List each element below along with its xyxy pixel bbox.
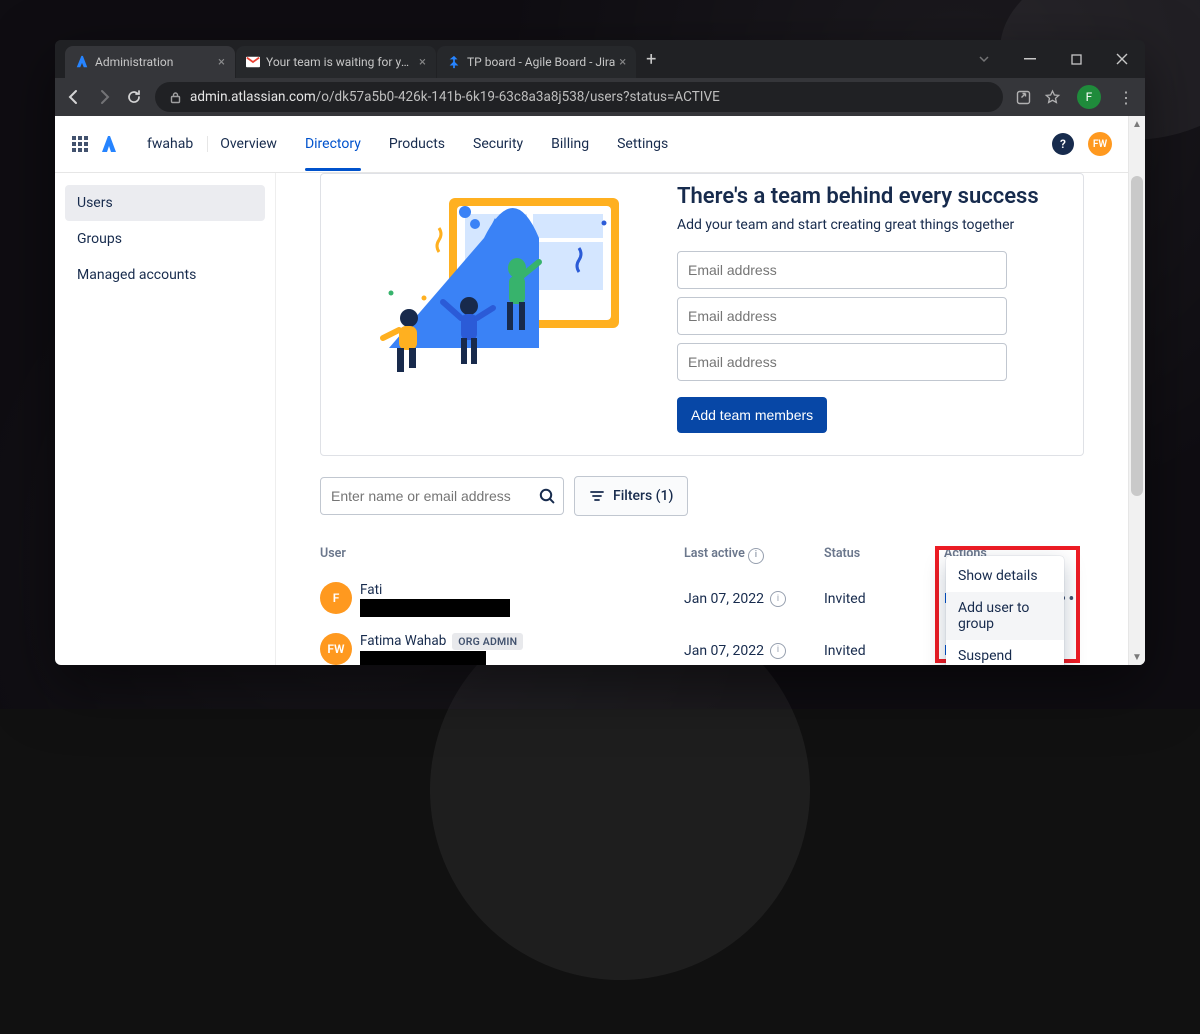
- sidebar: UsersGroupsManaged accounts: [55, 173, 276, 665]
- scroll-down-icon[interactable]: ▼: [1129, 649, 1145, 665]
- bookmark-icon[interactable]: [1044, 89, 1061, 106]
- browser-toolbar: admin.atlassian.com/o/dk57a5b0-426k-141b…: [55, 78, 1145, 116]
- app-switcher-icon[interactable]: [71, 135, 89, 153]
- email-input-2[interactable]: [677, 297, 1007, 335]
- menu-item-show-details[interactable]: Show details: [946, 560, 1064, 592]
- minimize-button[interactable]: [1007, 40, 1053, 78]
- url-bar[interactable]: admin.atlassian.com/o/dk57a5b0-426k-141b…: [155, 82, 1003, 112]
- info-icon[interactable]: i: [770, 591, 786, 607]
- reload-button[interactable]: [125, 88, 143, 106]
- role-badge: ORG ADMIN: [452, 633, 523, 650]
- illustration: [349, 178, 649, 398]
- browser-tab-strip: Administration × Your team is waiting fo…: [55, 40, 961, 78]
- avatar: F: [320, 582, 352, 614]
- lock-icon: [169, 91, 182, 104]
- user-name[interactable]: Fati: [360, 582, 510, 598]
- email-input-3[interactable]: [677, 343, 1007, 381]
- nav-tab-security[interactable]: Security: [473, 118, 523, 170]
- redacted-email: [360, 599, 510, 617]
- column-status: Status: [824, 546, 944, 564]
- main-content: There's a team behind every success Add …: [276, 173, 1128, 665]
- url-text: admin.atlassian.com/o/dk57a5b0-426k-141b…: [190, 89, 720, 105]
- last-active: Jan 07, 2022 i: [684, 643, 824, 659]
- filters-label: Filters (1): [613, 488, 673, 504]
- menu-item-add-user-to-group[interactable]: Add user to group: [946, 592, 1064, 640]
- status: Invited: [824, 591, 944, 607]
- nav-tab-settings[interactable]: Settings: [617, 118, 668, 170]
- add-team-banner: There's a team behind every success Add …: [320, 173, 1084, 456]
- search-input[interactable]: [320, 477, 564, 515]
- add-team-members-button[interactable]: Add team members: [677, 397, 827, 433]
- sidebar-item-groups[interactable]: Groups: [65, 221, 265, 257]
- chevron-down-icon[interactable]: [961, 40, 1007, 78]
- status: Invited: [824, 643, 944, 659]
- column-last-active: Last active i: [684, 546, 824, 564]
- tab-label: Administration: [95, 55, 214, 69]
- filter-icon: [589, 488, 605, 504]
- scrollbar-thumb[interactable]: [1131, 176, 1143, 496]
- gmail-icon: [246, 55, 260, 69]
- share-icon[interactable]: [1015, 89, 1032, 106]
- browser-tab-0[interactable]: Administration ×: [65, 46, 235, 78]
- filters-button[interactable]: Filters (1): [574, 476, 688, 516]
- atlassian-icon: [75, 55, 89, 69]
- user-search: [320, 477, 564, 515]
- nav-tab-overview[interactable]: Overview: [220, 118, 277, 170]
- atlassian-logo-icon[interactable]: [99, 134, 119, 154]
- avatar: FW: [320, 633, 352, 665]
- avatar[interactable]: FW: [1088, 132, 1112, 156]
- jira-icon: [447, 55, 461, 69]
- close-icon[interactable]: ×: [419, 55, 426, 70]
- search-icon[interactable]: [538, 487, 556, 505]
- browser-titlebar: Administration × Your team is waiting fo…: [55, 40, 1145, 78]
- scrollbar[interactable]: ▲ ▼: [1128, 116, 1145, 665]
- banner-subtitle: Add your team and start creating great t…: [677, 217, 1055, 233]
- close-window-button[interactable]: [1099, 40, 1145, 78]
- sidebar-item-managed-accounts[interactable]: Managed accounts: [65, 257, 265, 293]
- tab-label: TP board - Agile Board - Jira: [467, 55, 615, 69]
- org-name[interactable]: fwahab: [133, 136, 208, 152]
- profile-chip[interactable]: F: [1077, 85, 1101, 109]
- nav-tab-billing[interactable]: Billing: [551, 118, 589, 170]
- user-name[interactable]: Fatima WahabORG ADMIN: [360, 633, 523, 650]
- banner-title: There's a team behind every success: [677, 184, 1055, 209]
- maximize-button[interactable]: [1053, 40, 1099, 78]
- info-icon[interactable]: i: [770, 643, 786, 659]
- email-input-1[interactable]: [677, 251, 1007, 289]
- tab-label: Your team is waiting for you to jo: [266, 55, 415, 69]
- back-button[interactable]: [65, 88, 83, 106]
- info-icon[interactable]: i: [748, 548, 764, 564]
- nav-tab-products[interactable]: Products: [389, 118, 445, 170]
- window-controls: [961, 40, 1145, 78]
- scroll-up-icon[interactable]: ▲: [1129, 116, 1145, 132]
- forward-button[interactable]: [95, 88, 113, 106]
- redacted-email: [360, 651, 486, 666]
- user-actions-menu: Show detailsAdd user to groupSuspend acc…: [946, 556, 1064, 665]
- nav-tab-directory[interactable]: Directory: [305, 118, 361, 170]
- help-icon[interactable]: ?: [1052, 133, 1074, 155]
- close-icon[interactable]: ×: [619, 55, 626, 70]
- browser-tab-1[interactable]: Your team is waiting for you to jo ×: [236, 46, 436, 78]
- app-header: fwahab Overview Directory Products Security…: [55, 116, 1128, 173]
- browser-menu-button[interactable]: ⋮: [1117, 88, 1135, 107]
- primary-nav: Overview Directory Products Security Billing…: [220, 118, 1052, 170]
- sidebar-item-users[interactable]: Users: [65, 185, 265, 221]
- browser-tab-2[interactable]: TP board - Agile Board - Jira ×: [437, 46, 636, 78]
- window: Administration × Your team is waiting fo…: [55, 40, 1145, 665]
- close-icon[interactable]: ×: [218, 55, 225, 70]
- last-active: Jan 07, 2022 i: [684, 591, 824, 607]
- new-tab-button[interactable]: +: [637, 49, 665, 70]
- column-user: User: [320, 546, 684, 564]
- menu-item-suspend-access[interactable]: Suspend access: [946, 640, 1064, 665]
